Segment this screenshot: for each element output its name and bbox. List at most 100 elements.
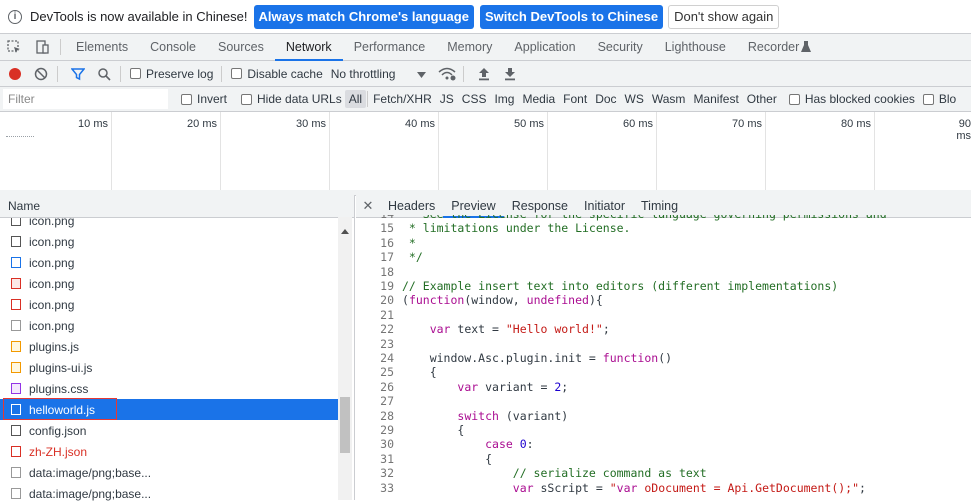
inspect-element-icon[interactable] — [0, 34, 28, 60]
tick-label: 30 ms — [296, 118, 326, 130]
checkbox-box[interactable] — [922, 93, 934, 105]
export-har-icon[interactable] — [499, 61, 521, 86]
list-item[interactable]: icon.png — [0, 315, 338, 336]
line-number: 24 — [380, 351, 394, 365]
tab-preview[interactable]: Preview — [443, 195, 505, 218]
toolbar-separator — [463, 65, 465, 82]
dont-show-again-button[interactable]: Don't show again — [668, 4, 780, 29]
tick-label: 60 ms — [623, 118, 653, 130]
checkbox-box[interactable] — [231, 68, 243, 79]
filter-type-js[interactable]: JS — [436, 90, 458, 108]
scrollbar-thumb[interactable] — [340, 397, 350, 453]
request-name: icon.png — [29, 276, 75, 291]
request-name: config.json — [29, 423, 87, 438]
disable-cache-label: Disable cache — [247, 66, 323, 81]
tab-sources[interactable]: Sources — [207, 34, 275, 60]
image-file-icon — [11, 236, 21, 247]
network-conditions-icon[interactable] — [436, 61, 458, 86]
tab-headers[interactable]: Headers — [380, 195, 443, 217]
throttling-value: No throttling — [330, 66, 396, 81]
image-file-icon — [11, 488, 21, 499]
filter-type-wasm[interactable]: Wasm — [648, 90, 690, 108]
hide-data-urls-checkbox[interactable]: Hide data URLs — [241, 92, 342, 106]
search-icon[interactable] — [93, 61, 115, 86]
code-preview[interactable]: 14 * See the License for the specific la… — [356, 215, 971, 500]
disable-cache-checkbox[interactable]: Disable cache — [231, 66, 323, 81]
line-text: (function(window, undefined){ — [402, 293, 603, 308]
filter-type-css[interactable]: CSS — [458, 90, 491, 108]
always-match-language-button[interactable]: Always match Chrome's language — [253, 4, 474, 29]
clear-icon[interactable] — [30, 61, 52, 86]
tab-timing[interactable]: Timing — [633, 195, 686, 217]
list-item[interactable]: plugins-ui.js — [0, 357, 338, 378]
list-item[interactable]: plugins.js — [0, 336, 338, 357]
device-toolbar-icon[interactable] — [28, 34, 56, 60]
filter-type-manifest[interactable]: Manifest — [689, 90, 742, 108]
list-item-error[interactable]: zh-ZH.json — [0, 441, 338, 462]
list-item[interactable]: data:image/png;base... — [0, 483, 338, 501]
filter-input[interactable]: Filter — [3, 89, 168, 109]
request-list: icon.png icon.png icon.png icon.png icon… — [0, 218, 354, 501]
checkbox-box[interactable] — [181, 93, 192, 105]
checkbox-box[interactable] — [788, 93, 800, 105]
network-overview-timeline[interactable]: 10 ms 20 ms 30 ms 40 ms 50 ms 60 ms 70 m… — [0, 112, 971, 191]
name-column-header[interactable]: Name — [0, 195, 354, 218]
preserve-log-checkbox[interactable]: Preserve log — [130, 67, 213, 81]
import-har-icon[interactable] — [473, 61, 495, 86]
invert-checkbox[interactable]: Invert — [181, 92, 227, 106]
checkbox-box[interactable] — [241, 93, 253, 105]
list-item[interactable]: icon.png — [0, 231, 338, 252]
list-item[interactable]: icon.png — [0, 218, 338, 231]
filter-type-fetch-xhr[interactable]: Fetch/XHR — [369, 90, 436, 108]
record-icon[interactable] — [4, 61, 26, 86]
tab-initiator[interactable]: Initiator — [576, 195, 633, 217]
tab-memory[interactable]: Memory — [436, 34, 503, 60]
switch-devtools-chinese-button[interactable]: Switch DevTools to Chinese — [479, 4, 664, 29]
has-blocked-cookies-checkbox[interactable]: Has blocked cookies — [788, 92, 915, 106]
list-item[interactable]: data:image/png;base... — [0, 462, 338, 483]
tick-label: 90 ms — [956, 118, 971, 142]
request-name: icon.png — [29, 234, 75, 249]
tab-performance[interactable]: Performance — [343, 34, 437, 60]
devtools-tabbar: Elements Console Sources Network Perform… — [0, 34, 971, 61]
has-blocked-cookies-label: Has blocked cookies — [804, 92, 915, 106]
filter-type-ws[interactable]: WS — [621, 90, 648, 108]
list-item[interactable]: icon.png — [0, 294, 338, 315]
list-item[interactable]: config.json — [0, 420, 338, 441]
tab-security[interactable]: Security — [587, 34, 654, 60]
tab-response[interactable]: Response — [504, 195, 576, 217]
tab-console[interactable]: Console — [139, 34, 207, 60]
blocked-requests-checkbox[interactable]: Blo — [922, 92, 957, 106]
tab-recorder[interactable]: Recorder — [737, 34, 801, 60]
name-header-label: Name — [8, 199, 41, 213]
tab-lighthouse[interactable]: Lighthouse — [654, 34, 737, 60]
filter-type-media[interactable]: Media — [518, 90, 559, 108]
filter-icon[interactable] — [67, 61, 89, 86]
request-name: icon.png — [29, 318, 75, 333]
tab-elements[interactable]: Elements — [65, 34, 139, 60]
image-file-icon — [11, 320, 21, 331]
timeline-tick: 30 ms — [221, 112, 330, 190]
network-toolbar: Preserve log Disable cache No throttling — [0, 61, 971, 87]
checkbox-box[interactable] — [130, 68, 141, 79]
throttling-select[interactable]: No throttling — [331, 67, 427, 81]
filter-type-all[interactable]: All — [344, 90, 367, 108]
line-text: case 0: — [485, 437, 534, 452]
tick-label: 40 ms — [405, 118, 435, 130]
scroll-up-arrow-icon[interactable] — [341, 223, 349, 237]
list-scrollbar[interactable] — [338, 217, 352, 500]
request-name: plugins-ui.js — [29, 360, 93, 375]
line-text: * limitations under the License. — [402, 221, 631, 236]
filter-type-doc[interactable]: Doc — [591, 90, 620, 108]
close-icon[interactable]: ✕ — [356, 198, 380, 214]
list-item[interactable]: plugins.css — [0, 378, 338, 399]
list-item[interactable]: icon.png — [0, 273, 338, 294]
blocked-requests-label: Blo — [938, 92, 957, 106]
filter-type-other[interactable]: Other — [743, 90, 781, 108]
list-item[interactable]: icon.png — [0, 252, 338, 273]
filter-type-font[interactable]: Font — [559, 90, 591, 108]
filter-type-img[interactable]: Img — [490, 90, 518, 108]
tab-application[interactable]: Application — [503, 34, 586, 60]
timeline-tick: 80 ms — [766, 112, 875, 190]
tab-network[interactable]: Network — [274, 34, 343, 61]
